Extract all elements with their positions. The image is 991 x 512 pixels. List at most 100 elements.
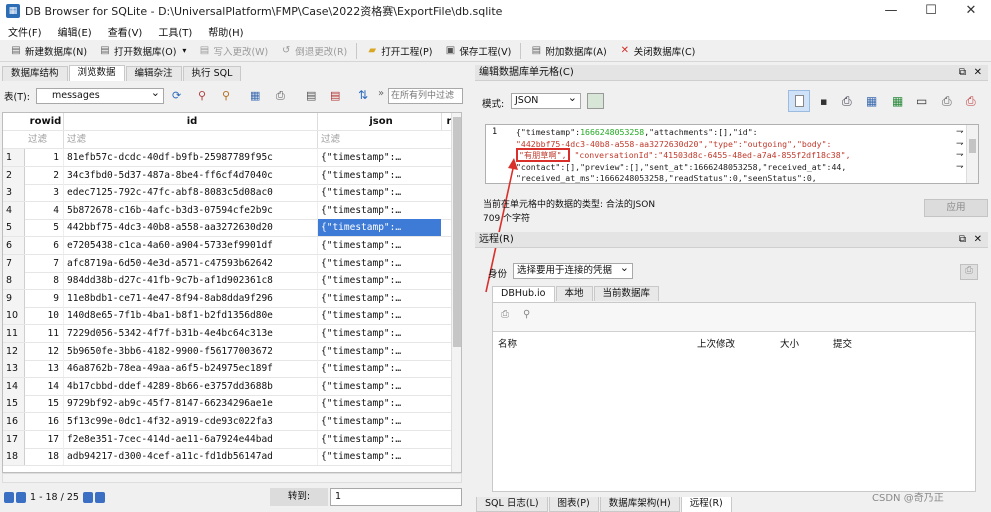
table-row[interactable]: 13 13 46a8762b-78ea-49aa-a6f5-b24975ec189f…	[3, 360, 461, 379]
float-panel-icon[interactable]: ⧉	[959, 65, 966, 81]
cell-id[interactable]: 46a8762b-78ea-49aa-a6f5-b24975ec189f	[63, 360, 317, 378]
cell-json[interactable]: {"timestamp":…	[317, 342, 441, 360]
cell-id[interactable]: 9729bf92-ab9c-45f7-8147-66234296ae1e	[63, 395, 317, 413]
row-number[interactable]: 14	[3, 377, 25, 395]
cell-id[interactable]: 5b872678-c16b-4afc-b3d3-07594cfe2b9c	[63, 201, 317, 219]
import-icon[interactable]: ⎙	[842, 94, 852, 109]
dropdown-arrow-icon[interactable]: ▾	[182, 46, 186, 55]
col-size[interactable]: 大小	[780, 336, 799, 350]
open-database-button[interactable]: ▤ 打开数据库(O) ▾	[93, 42, 192, 60]
cell-rowid[interactable]: 14	[25, 378, 63, 395]
filter-id-input[interactable]: 过滤	[63, 131, 317, 148]
auto-switch-mode-button[interactable]	[587, 93, 604, 109]
tab-sql-log[interactable]: SQL 日志(L)	[476, 497, 548, 512]
menu-file[interactable]: 文件(F)	[0, 24, 50, 39]
goto-button[interactable]: 转到:	[270, 488, 328, 506]
table-row[interactable]: 1 1 81efb57c-dcdc-40df-b9fb-25987789f95c {"…	[3, 149, 461, 167]
insert-record-icon[interactable]: ▤	[306, 89, 316, 102]
cell-id[interactable]: 984dd38b-d27c-41fb-9c7b-af1d902361c8	[63, 272, 317, 290]
vertical-scrollbar[interactable]	[451, 113, 461, 472]
menu-tools[interactable]: 工具(T)	[150, 24, 200, 39]
cell-rowid[interactable]: 18	[25, 448, 63, 465]
row-number[interactable]: 11	[3, 325, 25, 342]
column-header-json[interactable]: json	[317, 113, 441, 130]
cell-id[interactable]: afc8719a-6d50-4e3d-a571-c47593b62642	[63, 254, 317, 272]
cell-rowid[interactable]: 4	[25, 202, 63, 219]
cell-rowid[interactable]: 2	[25, 167, 63, 184]
tab-local[interactable]: 本地	[555, 286, 593, 301]
table-row[interactable]: 11 11 7229d056-5342-4f7f-b31b-4e4bc64c313e…	[3, 325, 461, 343]
cell-json[interactable]: {"timestamp":…	[317, 237, 441, 254]
menu-help[interactable]: 帮助(H)	[200, 24, 251, 39]
tab-plot[interactable]: 图表(P)	[548, 497, 599, 512]
cell-json[interactable]: {"timestamp":…	[317, 430, 441, 448]
row-number[interactable]: 8	[3, 272, 25, 290]
cell-id[interactable]: 442bbf75-4dc3-40b8-a558-aa3272630d20	[63, 219, 317, 237]
cell-id[interactable]: 81efb57c-dcdc-40df-b9fb-25987789f95c	[63, 149, 317, 166]
cell-json[interactable]: {"timestamp":…	[317, 184, 441, 202]
close-remote-icon[interactable]: ✕	[974, 232, 982, 248]
refresh-icon[interactable]: ⟳	[172, 89, 181, 102]
menu-edit[interactable]: 编辑(E)	[50, 24, 100, 39]
mode-select[interactable]: JSON	[511, 91, 581, 109]
find-icon[interactable]: ⇅	[358, 88, 368, 102]
export-icon[interactable]: ▦	[866, 94, 877, 108]
scrollbar-thumb[interactable]	[453, 117, 461, 347]
revert-changes-button[interactable]: ↺ 倒退更改(R)	[274, 42, 353, 60]
cell-json[interactable]: {"timestamp":…	[317, 360, 441, 378]
cell-rowid[interactable]: 7	[25, 255, 63, 272]
cell-rowid[interactable]: 8	[25, 272, 63, 289]
cell-rowid[interactable]: 11	[25, 325, 63, 342]
row-number[interactable]: 1	[3, 149, 25, 166]
cell-rowid[interactable]: 6	[25, 237, 63, 254]
filter-rowid-input[interactable]: 过滤	[25, 131, 63, 148]
delete-record-icon[interactable]: ▤	[330, 89, 340, 102]
cell-id[interactable]: 140d8e65-7f1b-4ba1-b8f1-b2fd1356d80e	[63, 307, 317, 325]
copy-icon[interactable]: ⎙	[942, 94, 952, 109]
maximize-button[interactable]: ☐	[911, 0, 951, 22]
row-number[interactable]: 10	[3, 307, 25, 325]
cell-id[interactable]: 5f13c99e-0dc1-4f32-a919-cde93c022fa3	[63, 413, 317, 430]
cell-id[interactable]: 5b9650fe-3bb6-4182-9900-f56177003672	[63, 342, 317, 360]
row-number[interactable]: 15	[3, 395, 25, 413]
cell-id[interactable]: 4b17cbbd-ddef-4289-8b66-e3757dd3688b	[63, 377, 317, 395]
open-project-button[interactable]: ▰ 打开工程(P)	[360, 42, 438, 60]
menu-view[interactable]: 查看(V)	[100, 24, 151, 39]
write-changes-button[interactable]: ▤ 写入更改(W)	[192, 42, 274, 60]
first-page-icon[interactable]	[4, 491, 14, 503]
word-wrap-button[interactable]	[788, 90, 810, 112]
col-name[interactable]: 名称	[498, 336, 517, 350]
table-select[interactable]: messages	[36, 86, 164, 104]
row-number[interactable]: 6	[3, 237, 25, 254]
print-icon[interactable]: ⎙	[276, 89, 285, 103]
col-commit[interactable]: 提交	[833, 336, 852, 350]
cell-editor[interactable]: 1 {"timestamp":1666248053258,"attachment…	[485, 124, 979, 184]
cell-id[interactable]: e7205438-c1ca-4a60-a904-5733ef9901df	[63, 237, 317, 254]
save-project-button[interactable]: ▣ 保存工程(V)	[438, 42, 517, 60]
cell-id[interactable]: 34c3fbd0-5d37-487a-8be4-ff6cf4d7040c	[63, 166, 317, 184]
tab-db-schema[interactable]: 数据库架构(H)	[599, 497, 680, 512]
set-null-icon[interactable]: ▦	[892, 94, 903, 108]
row-number[interactable]: 4	[3, 201, 25, 219]
tab-dbhub[interactable]: DBHub.io	[492, 286, 555, 302]
print-cell-icon[interactable]: ⎙	[966, 94, 976, 109]
global-filter-input[interactable]	[388, 88, 463, 104]
cell-rowid[interactable]: 13	[25, 360, 63, 377]
auto-format-icon[interactable]: ▪	[820, 95, 827, 108]
new-database-button[interactable]: ▤ 新建数据库(N)	[4, 42, 93, 60]
cell-json[interactable]: {"timestamp":…	[317, 377, 441, 395]
cell-json[interactable]: {"timestamp":…	[317, 307, 441, 325]
identity-select[interactable]: 选择要用于连接的凭据	[513, 261, 633, 279]
cell-json[interactable]: {"timestamp":…	[317, 149, 441, 166]
row-number[interactable]: 2	[3, 166, 25, 184]
row-number[interactable]: 13	[3, 360, 25, 378]
table-row[interactable]: 8 8 984dd38b-d27c-41fb-9c7b-af1d902361c8 {"…	[3, 272, 461, 291]
row-number[interactable]: 5	[3, 219, 25, 237]
cell-rowid[interactable]: 12	[25, 343, 63, 360]
row-number[interactable]: 17	[3, 430, 25, 448]
cell-json[interactable]: {"timestamp":…	[317, 395, 441, 413]
editor-scrollbar-thumb[interactable]	[969, 139, 976, 153]
cell-json[interactable]: {"timestamp":…	[317, 201, 441, 219]
minimize-button[interactable]: —	[871, 0, 911, 22]
horizontal-scrollbar[interactable]	[2, 473, 462, 483]
